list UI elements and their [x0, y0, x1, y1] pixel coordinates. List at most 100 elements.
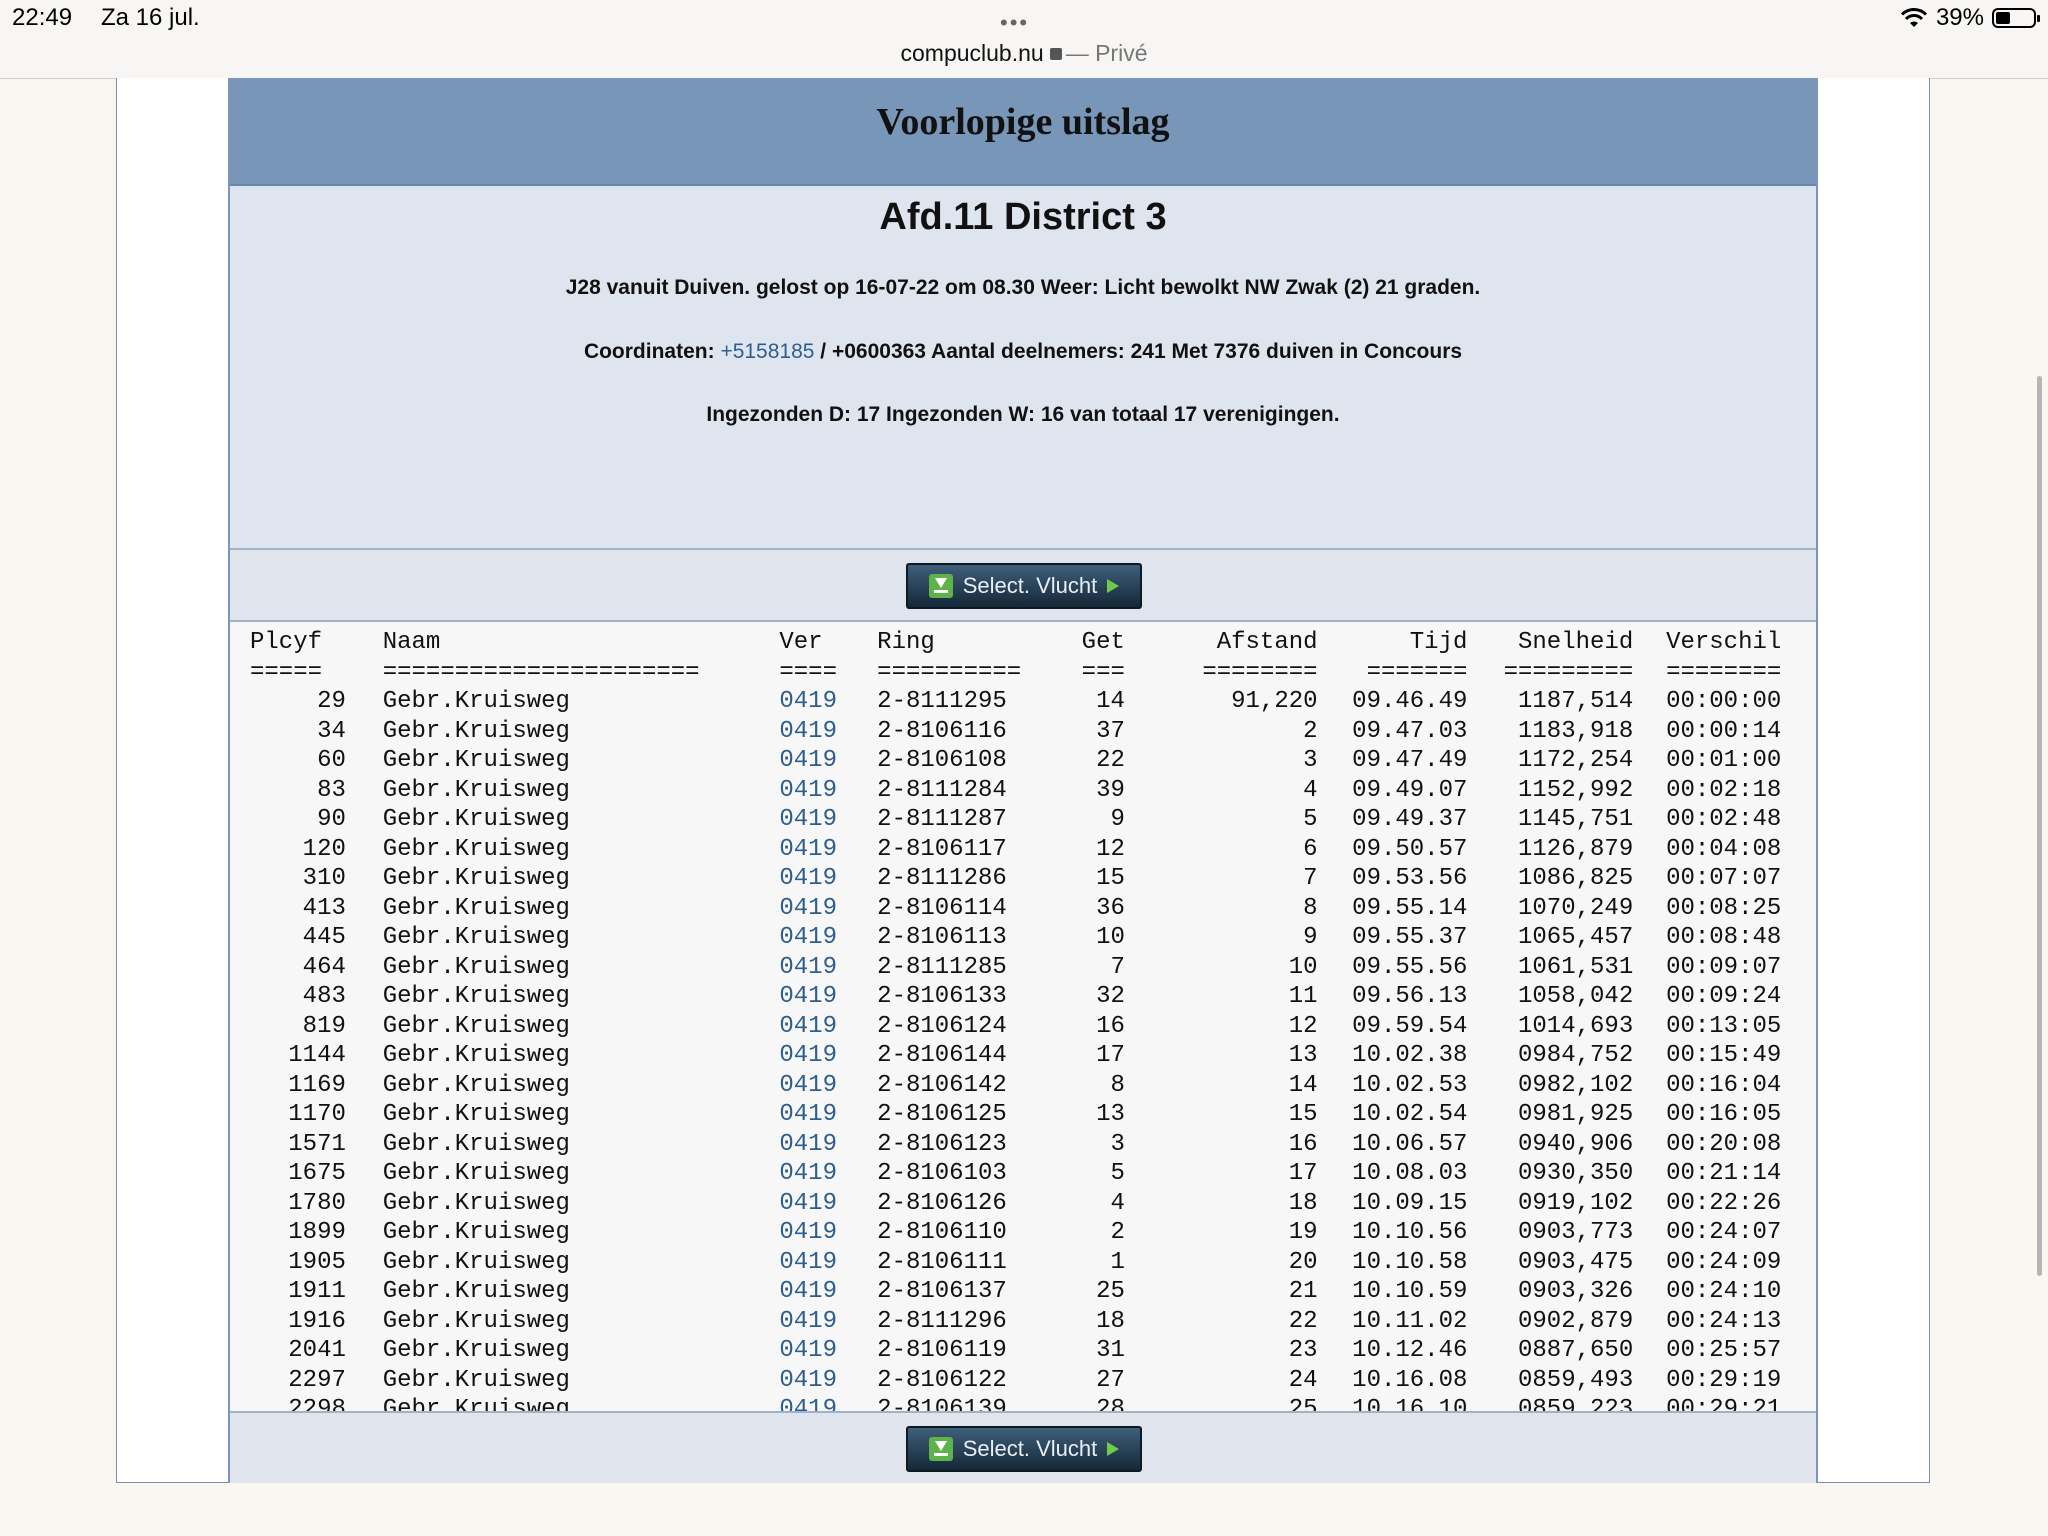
more-dots-icon[interactable]: •••	[1000, 10, 1029, 36]
header-verschil: Verschil	[1666, 629, 1782, 656]
cell-ring: 2-8106103	[877, 1160, 1007, 1187]
cell-ver[interactable]: 0419	[779, 1366, 877, 1396]
cell-ring: 2-8106108	[877, 747, 1007, 774]
cell-get: 25	[1096, 1278, 1125, 1305]
cell-snelheid: 1061,531	[1518, 953, 1634, 981]
table-row: 445 Gebr.Kruisweg 0419 2-8106113 10 9 09.55.37…	[250, 923, 1816, 953]
cell-ver[interactable]: 0419	[779, 1012, 877, 1042]
cell-get: 8	[1110, 1071, 1125, 1099]
cell-get: 14	[1096, 688, 1125, 715]
table-row: 1905 Gebr.Kruisweg 0419 2-8106111 1 20 10.10.5…	[250, 1248, 1816, 1278]
cell-naam: Gebr.Kruisweg	[382, 1101, 570, 1128]
cell-ring: 2-8111296	[877, 1307, 1007, 1335]
select-flight-button-bottom[interactable]: Select. Vlucht	[906, 1426, 1142, 1472]
cell-naam: Gebr.Kruisweg	[382, 1337, 570, 1364]
cell-get: 37	[1096, 717, 1125, 745]
cell-ver[interactable]: 0419	[779, 1100, 877, 1130]
cell-naam: Gebr.Kruisweg	[382, 924, 570, 951]
cell-verschil: 00:22:26	[1666, 1189, 1782, 1217]
cell-tijd: 10.11.02	[1352, 1307, 1468, 1335]
cell-afstand: 20	[1288, 1248, 1318, 1276]
cell-ring: 2-8106116	[877, 717, 1007, 745]
cell-verschil: 00:16:04	[1666, 1071, 1782, 1099]
cell-ver[interactable]: 0419	[779, 1071, 877, 1101]
cell-verschil: 00:02:18	[1666, 776, 1782, 804]
arrow-right-icon	[1107, 579, 1120, 593]
cell-plcyf: 2041	[288, 1337, 346, 1364]
cell-snelheid: 1070,249	[1518, 894, 1634, 922]
cell-ring: 2-8106123	[877, 1130, 1007, 1158]
table-row: 1916 Gebr.Kruisweg 0419 2-8111296 18 22 10.11.…	[250, 1307, 1816, 1337]
cell-ver[interactable]: 0419	[779, 717, 877, 747]
cell-ver[interactable]: 0419	[779, 1248, 877, 1278]
table-row: 1571 Gebr.Kruisweg 0419 2-8106123 3 16 10.06.5…	[250, 1130, 1816, 1160]
cell-tijd: 10.10.59	[1352, 1278, 1468, 1305]
cell-snelheid: 0930,350	[1518, 1160, 1634, 1187]
cell-ver[interactable]: 0419	[779, 746, 877, 776]
cell-ver[interactable]: 0419	[779, 894, 877, 924]
underline-afstand: ========	[1202, 658, 1318, 686]
cell-afstand: 16	[1288, 1130, 1318, 1158]
cell-tijd: 10.02.53	[1352, 1071, 1468, 1099]
district-title: Afd.11 District 3	[879, 196, 1167, 238]
cell-snelheid: 0887,650	[1518, 1337, 1634, 1364]
cell-afstand: 11	[1288, 983, 1318, 1010]
cell-afstand: 24	[1288, 1366, 1318, 1394]
underline-ring: ==========	[877, 658, 1022, 686]
cell-snelheid: 0940,906	[1518, 1130, 1634, 1158]
cell-ver[interactable]: 0419	[779, 923, 877, 953]
cell-ver[interactable]: 0419	[779, 687, 877, 717]
coord-link[interactable]: +5158185	[720, 340, 814, 363]
cell-afstand: 4	[1303, 776, 1318, 804]
cell-naam: Gebr.Kruisweg	[382, 1042, 570, 1069]
page-scrollbar[interactable]	[2037, 376, 2042, 1276]
header-naam: Naam	[382, 629, 441, 656]
cell-tijd: 10.02.38	[1352, 1042, 1468, 1069]
page-header: Voorlopige uitslag	[230, 78, 1816, 186]
cell-snelheid: 0902,879	[1518, 1307, 1634, 1335]
cell-ver[interactable]: 0419	[779, 1307, 877, 1337]
cell-ver[interactable]: 0419	[779, 1336, 877, 1366]
release-info: J28 vanuit Duiven. gelost op 16-07-22 om…	[565, 276, 1481, 299]
cell-ring: 2-8111286	[877, 865, 1007, 892]
cell-tijd: 09.46.49	[1352, 688, 1468, 715]
address-bar[interactable]: compuclub.nu — Privé	[0, 40, 2048, 67]
cell-ring: 2-8106142	[877, 1071, 1007, 1099]
cell-ver[interactable]: 0419	[779, 805, 877, 835]
cell-ver[interactable]: 0419	[779, 864, 877, 894]
cell-ver[interactable]: 0419	[779, 1218, 877, 1248]
table-row: 120 Gebr.Kruisweg 0419 2-8106117 12 6 09.50.57…	[250, 835, 1816, 865]
table-row: 83 Gebr.Kruisweg 0419 2-8111284 39 4 09.49.07 1…	[250, 776, 1816, 806]
cell-ver[interactable]: 0419	[779, 1159, 877, 1189]
cell-ver[interactable]: 0419	[779, 982, 877, 1012]
cell-ver[interactable]: 0419	[779, 953, 877, 983]
header-ring: Ring	[877, 629, 935, 656]
cell-ver[interactable]: 0419	[779, 835, 877, 865]
cell-get: 12	[1096, 835, 1125, 863]
cell-afstand: 15	[1288, 1101, 1318, 1128]
cell-ver[interactable]: 0419	[779, 776, 877, 806]
cell-naam: Gebr.Kruisweg	[382, 1160, 570, 1187]
cell-plcyf: 2297	[288, 1366, 346, 1394]
cell-tijd: 09.55.37	[1352, 924, 1468, 951]
cell-get: 22	[1096, 747, 1125, 774]
cell-tijd: 10.06.57	[1352, 1130, 1468, 1158]
table-row: 1675 Gebr.Kruisweg 0419 2-8106103 5 17 10.08.0…	[250, 1159, 1816, 1189]
underline-naam: ======================	[382, 658, 700, 686]
wifi-icon	[1900, 8, 1928, 27]
status-bar: 22:49 Za 16 jul. ••• compuclub.nu — Privé…	[0, 0, 2048, 79]
table-row: 2297 Gebr.Kruisweg 0419 2-8106122 27 24 10.16.…	[250, 1366, 1816, 1396]
cell-get: 15	[1096, 865, 1125, 892]
cell-ver[interactable]: 0419	[779, 1130, 877, 1160]
cell-tijd: 09.47.49	[1352, 747, 1468, 774]
cell-ring: 2-8111285	[877, 953, 1007, 981]
cell-ver[interactable]: 0419	[779, 1189, 877, 1219]
cell-tijd: 09.50.57	[1352, 835, 1468, 863]
cell-plcyf: 483	[302, 983, 346, 1010]
cell-ver[interactable]: 0419	[779, 1041, 877, 1071]
cell-ver[interactable]: 0419	[779, 1277, 877, 1307]
select-flight-button[interactable]: Select. Vlucht	[906, 563, 1142, 609]
cell-afstand: 12	[1288, 1012, 1318, 1040]
cell-naam: Gebr.Kruisweg	[382, 1366, 570, 1394]
table-row: 60 Gebr.Kruisweg 0419 2-8106108 22 3 09.47.49 1…	[250, 746, 1816, 776]
